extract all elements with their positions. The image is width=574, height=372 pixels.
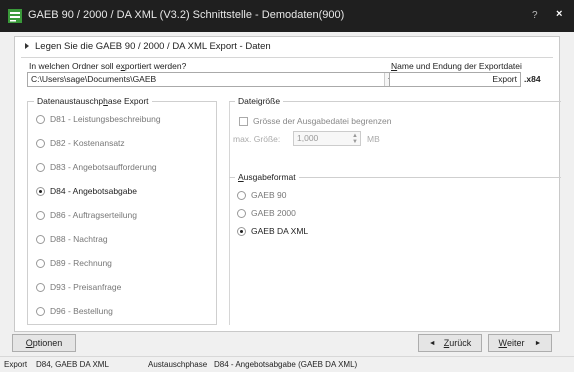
phase-option-label: D81 - Leistungsbeschreibung — [50, 114, 161, 124]
radio-icon[interactable] — [36, 162, 45, 172]
content-panel: Legen Sie die GAEB 90 / 2000 / DA XML Ex… — [14, 36, 561, 332]
file-extension: .x84 — [524, 74, 541, 84]
window-title: GAEB 90 / 2000 / DA XML (V3.2) Schnittst… — [28, 9, 345, 21]
close-button[interactable]: × — [556, 8, 562, 20]
phase-option[interactable]: D88 - Nachtrag — [36, 234, 108, 244]
phase-option-label: D86 - Auftragserteilung — [50, 210, 137, 220]
format-option-label: GAEB 90 — [251, 190, 287, 200]
format-option-label: GAEB DA XML — [251, 226, 309, 236]
options-button[interactable]: Optionen — [12, 334, 76, 352]
phase-option-label: D83 - Angebotsaufforderung — [50, 162, 157, 172]
radio-icon[interactable] — [237, 208, 246, 218]
radio-icon[interactable] — [36, 258, 45, 268]
format-group: Ausgabeformat GAEB 90 GAEB 2000 GAEB DA XM… — [229, 172, 561, 325]
dialog-content: Legen Sie die GAEB 90 / 2000 / DA XML Ex… — [0, 32, 574, 356]
app-icon — [8, 9, 22, 23]
radio-icon[interactable] — [237, 190, 246, 200]
status-bar: Export D84, GAEB DA XML Austauschphase D… — [0, 356, 574, 372]
radio-icon[interactable] — [36, 186, 45, 196]
radio-icon[interactable] — [36, 210, 45, 220]
filename-label: Name und Endung der Exportdatei — [391, 61, 522, 71]
limit-size-checkbox[interactable]: Grösse der Ausgabedatei begrenzen — [239, 116, 391, 126]
back-arrow-icon: ◄ — [428, 339, 436, 347]
unit-label: MB — [367, 134, 380, 144]
radio-icon[interactable] — [36, 234, 45, 244]
phase-option[interactable]: D86 - Auftragserteilung — [36, 210, 137, 220]
help-button[interactable]: ? — [532, 10, 538, 21]
folder-path-value: C:\Users\sage\Documents\GAEB — [31, 74, 157, 84]
phase-option-label: D89 - Rechnung — [50, 258, 112, 268]
format-option-label: GAEB 2000 — [251, 208, 296, 218]
title-bar: GAEB 90 / 2000 / DA XML (V3.2) Schnittst… — [0, 0, 574, 32]
phase-group-title: Datenaustauschphase Export — [34, 96, 152, 106]
phase-option[interactable]: D81 - Leistungsbeschreibung — [36, 114, 161, 124]
export-dialog: GAEB 90 / 2000 / DA XML (V3.2) Schnittst… — [0, 0, 574, 372]
format-option[interactable]: GAEB DA XML — [237, 226, 308, 236]
radio-icon[interactable] — [36, 282, 45, 292]
format-option[interactable]: GAEB 2000 — [237, 208, 296, 218]
divider — [21, 57, 553, 58]
max-size-value: 1,000 — [297, 133, 319, 143]
filename-input[interactable]: Export — [389, 72, 521, 87]
expand-arrow-icon — [25, 43, 29, 50]
max-size-stepper[interactable]: 1,000 ▲ ▼ — [293, 131, 361, 146]
format-group-title: Ausgabeformat — [235, 172, 299, 182]
phase-group: Datenaustauschphase Export D81 - Leistun… — [27, 96, 217, 325]
radio-icon[interactable] — [237, 226, 246, 236]
radio-icon[interactable] — [36, 306, 45, 316]
phase-option-label: D96 - Bestellung — [50, 306, 113, 316]
status-export-label: Export — [4, 360, 28, 369]
phase-option[interactable]: D84 - Angebotsabgabe — [36, 186, 137, 196]
format-option[interactable]: GAEB 90 — [237, 190, 286, 200]
next-arrow-icon: ► — [534, 339, 542, 347]
radio-icon[interactable] — [36, 114, 45, 124]
back-button[interactable]: ◄ Zurück — [418, 334, 482, 352]
limit-size-label: Grösse der Ausgabedatei begrenzen — [253, 116, 392, 126]
filesize-group: Dateigröße Grösse der Ausgabedatei begre… — [229, 96, 561, 163]
banner-text: Legen Sie die GAEB 90 / 2000 / DA XML Ex… — [35, 41, 271, 52]
spin-arrows-icon[interactable]: ▲ ▼ — [352, 133, 358, 145]
status-phase-label: Austauschphase — [148, 360, 208, 369]
checkbox-icon[interactable] — [239, 116, 248, 126]
next-button[interactable]: Weiter ► — [488, 334, 552, 352]
max-size-label: max. Größe: — [233, 134, 281, 144]
phase-option-label: D93 - Preisanfrage — [50, 282, 122, 292]
section-banner[interactable]: Legen Sie die GAEB 90 / 2000 / DA XML Ex… — [25, 41, 271, 52]
phase-option[interactable]: D93 - Preisanfrage — [36, 282, 121, 292]
folder-combobox[interactable]: C:\Users\sage\Documents\GAEB — [27, 72, 397, 87]
phase-option[interactable]: D82 - Kostenansatz — [36, 138, 125, 148]
folder-label: In welchen Ordner soll exportiert werden… — [29, 61, 187, 71]
radio-icon[interactable] — [36, 138, 45, 148]
status-export-value: D84, GAEB DA XML — [36, 360, 109, 369]
phase-option-label: D88 - Nachtrag — [50, 234, 108, 244]
phase-option[interactable]: D83 - Angebotsaufforderung — [36, 162, 157, 172]
filesize-group-title: Dateigröße — [235, 96, 284, 106]
phase-option-label: D82 - Kostenansatz — [50, 138, 125, 148]
status-phase-value: D84 - Angebotsabgabe (GAEB DA XML) — [214, 360, 358, 369]
phase-option[interactable]: D89 - Rechnung — [36, 258, 112, 268]
phase-option[interactable]: D96 - Bestellung — [36, 306, 113, 316]
phase-option-label: D84 - Angebotsabgabe — [50, 186, 137, 196]
